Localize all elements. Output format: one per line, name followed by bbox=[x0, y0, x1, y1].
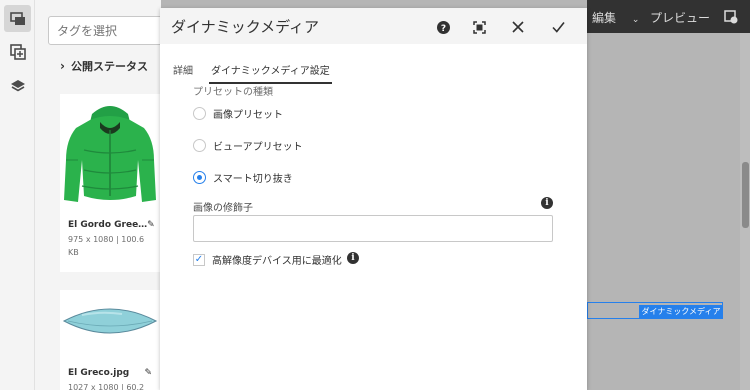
radio-button[interactable] bbox=[193, 107, 206, 120]
asset-name-row: El Gordo Gree… ✎ bbox=[60, 220, 160, 230]
surfboard-image bbox=[62, 308, 158, 334]
preview-button[interactable]: プレビュー bbox=[650, 9, 710, 26]
fullscreen-icon bbox=[472, 20, 486, 34]
edit-pencil-icon[interactable]: ✎ bbox=[144, 368, 152, 378]
settings-icon[interactable] bbox=[724, 9, 738, 28]
asset-card[interactable]: El Greco.jpg ✎ 1027 x 1080 | 60.2 bbox=[60, 290, 160, 390]
layers-icon bbox=[10, 79, 25, 91]
dialog-header: ダイナミックメディア ? bbox=[160, 8, 587, 44]
preset-type-label: プリセットの種類 bbox=[193, 87, 273, 98]
edit-pencil-icon[interactable]: ✎ bbox=[147, 220, 155, 230]
hires-optimize-label: 高解像度デバイス用に最適化 bbox=[212, 256, 342, 267]
image-modifier-input[interactable] bbox=[193, 215, 553, 242]
hires-optimize-checkbox-row[interactable]: ✓ 高解像度デバイス用に最適化 bbox=[193, 252, 342, 267]
radio-viewer-preset[interactable]: ビューアプリセット bbox=[193, 138, 303, 153]
asset-thumbnail bbox=[60, 94, 160, 204]
top-toolbar: 編集 ⌄ プレビュー bbox=[587, 0, 750, 33]
assets-panel-icon bbox=[9, 11, 25, 25]
help-button[interactable]: ? bbox=[432, 16, 454, 38]
add-asset-icon bbox=[9, 43, 26, 60]
radio-button[interactable] bbox=[193, 139, 206, 152]
fullscreen-button[interactable] bbox=[468, 16, 490, 38]
tab-details[interactable]: 詳細 bbox=[171, 58, 195, 84]
edit-menu[interactable]: 編集 ⌄ bbox=[592, 9, 639, 26]
filter-published-status[interactable]: › 公開ステータス bbox=[60, 58, 148, 74]
scrollbar-thumb[interactable] bbox=[742, 162, 749, 228]
dialog-tabs: 詳細 ダイナミックメディア設定 bbox=[171, 58, 332, 84]
confirm-button[interactable] bbox=[547, 16, 569, 38]
help-icon: ? bbox=[436, 20, 450, 34]
asset-thumbnail bbox=[60, 290, 160, 352]
filter-label: 公開ステータス bbox=[70, 60, 148, 73]
radio-button-selected[interactable] bbox=[193, 171, 206, 184]
asset-name: El Greco.jpg bbox=[68, 368, 130, 378]
asset-name-row: El Greco.jpg ✎ bbox=[60, 368, 160, 378]
asset-panel: › 公開ステータス El Gordo Gree… ✎ 975 x 1080 | … bbox=[35, 0, 161, 390]
close-icon bbox=[512, 21, 524, 33]
asset-card[interactable]: El Gordo Gree… ✎ 975 x 1080 | 100.6 KB bbox=[60, 94, 160, 272]
radio-label: 画像プリセット bbox=[213, 110, 283, 121]
asset-meta: 1027 x 1080 | 60.2 bbox=[68, 383, 145, 390]
info-icon[interactable]: i bbox=[347, 252, 359, 264]
dialog-title: ダイナミックメディア bbox=[171, 18, 320, 36]
dynamic-media-component-label: ダイナミックメディア bbox=[639, 305, 723, 319]
radio-label: ビューアプリセット bbox=[213, 142, 303, 153]
add-asset-button[interactable] bbox=[4, 38, 31, 65]
radio-image-preset[interactable]: 画像プリセット bbox=[193, 106, 283, 121]
radio-smart-crop[interactable]: スマート切り抜き bbox=[193, 170, 293, 185]
tab-dynamic-media-settings[interactable]: ダイナミックメディア設定 bbox=[209, 58, 332, 84]
chevron-down-icon: ⌄ bbox=[631, 15, 640, 25]
layers-button[interactable] bbox=[4, 72, 31, 99]
left-rail bbox=[0, 0, 35, 390]
asset-meta: 975 x 1080 | 100.6 KB bbox=[68, 235, 145, 257]
info-icon[interactable]: i bbox=[541, 197, 553, 209]
svg-text:?: ? bbox=[440, 24, 445, 34]
edit-label: 編集 bbox=[592, 11, 617, 25]
close-button[interactable] bbox=[507, 16, 529, 38]
green-jacket-image bbox=[64, 106, 156, 202]
hires-optimize-checkbox[interactable]: ✓ bbox=[193, 253, 205, 266]
image-modifier-label: 画像の修飾子 bbox=[193, 203, 253, 214]
asset-name: El Gordo Gree… bbox=[68, 220, 148, 230]
assets-panel-button[interactable] bbox=[4, 5, 31, 32]
tag-select-input[interactable] bbox=[48, 16, 161, 45]
radio-label: スマート切り抜き bbox=[213, 174, 293, 185]
chevron-right-icon: › bbox=[60, 59, 65, 73]
checkmark-icon bbox=[551, 22, 565, 33]
dynamic-media-dialog: ダイナミックメディア ? 詳細 ダイナミックメディア設定 プリセットの種類 画像… bbox=[160, 8, 587, 390]
